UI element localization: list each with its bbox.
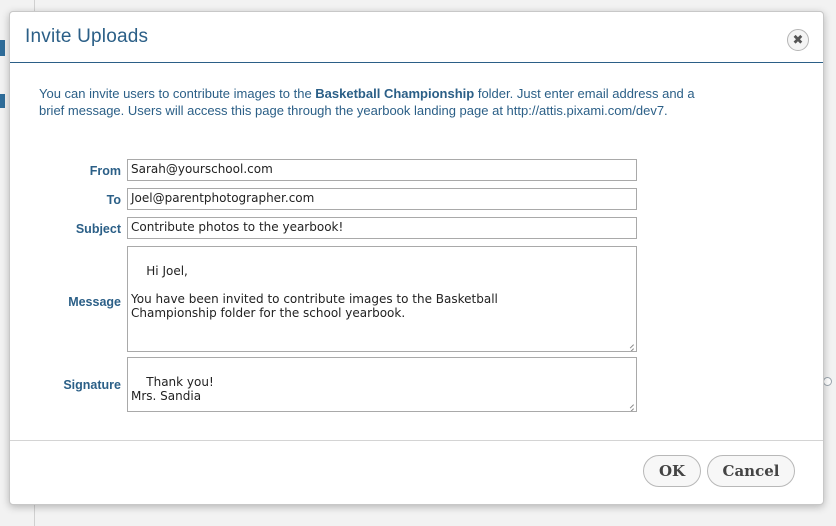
intro-text: You can invite users to contribute image… [39,85,699,119]
signature-textarea[interactable]: Thank you! Mrs. Sandia [127,357,637,412]
subject-label: Subject [75,222,121,236]
cancel-button[interactable]: Cancel [707,455,795,487]
resize-grip-icon[interactable] [626,341,634,349]
intro-text-part1: You can invite users to contribute image… [39,86,316,101]
resize-grip-icon[interactable] [626,401,634,409]
intro-folder-name: Basketball Championship [315,86,475,101]
background-marker [0,40,5,56]
signature-label: Signature [63,378,121,392]
dialog-title: Invite Uploads [25,26,149,47]
invite-uploads-dialog: Invite Uploads ✖ You can invite users to… [9,11,824,505]
to-field[interactable]: Joel@parentphotographer.com [127,188,637,210]
signature-text: Thank you! Mrs. Sandia [131,375,214,403]
message-textarea[interactable]: Hi Joel, You have been invited to contri… [127,246,637,352]
message-label: Message [68,295,121,309]
from-field[interactable]: Sarah@yourschool.com [127,159,637,181]
from-label: From [89,164,121,178]
background-radio-icon [823,377,832,386]
ok-button[interactable]: OK [643,455,701,487]
message-text: Hi Joel, You have been invited to contri… [131,264,498,320]
close-button[interactable]: ✖ [787,29,809,51]
close-icon: ✖ [792,32,804,48]
to-label: To [106,193,121,207]
dialog-header: Invite Uploads ✖ [10,12,823,63]
background-marker [0,94,5,108]
footer-divider [10,440,823,441]
subject-field[interactable]: Contribute photos to the yearbook! [127,217,637,239]
